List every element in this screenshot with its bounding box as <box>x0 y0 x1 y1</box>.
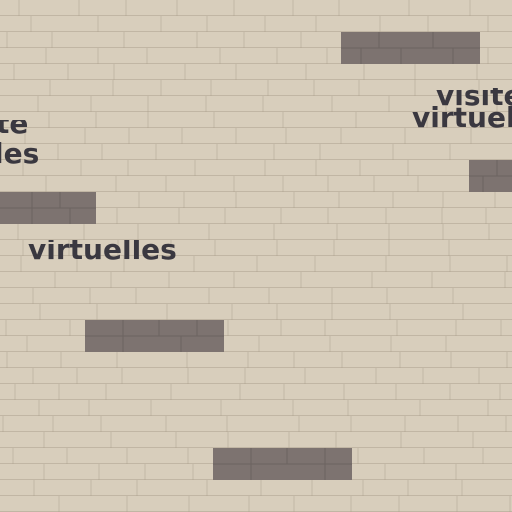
wall-text-left-partial: te <box>0 120 28 136</box>
wall-text-top-right: virtuelle <box>412 101 512 134</box>
stone-platform-middle <box>85 320 224 352</box>
stone-platform-bottom <box>213 448 352 480</box>
stone-platform-top-right <box>341 32 480 64</box>
stone-platform-left-edge <box>0 192 96 224</box>
stone-platform-right-edge <box>469 160 512 192</box>
wall-text-middle: virtuelles <box>28 240 177 266</box>
wall-text-left-second: les <box>0 137 40 170</box>
game-scene: visite virtuelle te les virtuelles <box>0 0 512 512</box>
